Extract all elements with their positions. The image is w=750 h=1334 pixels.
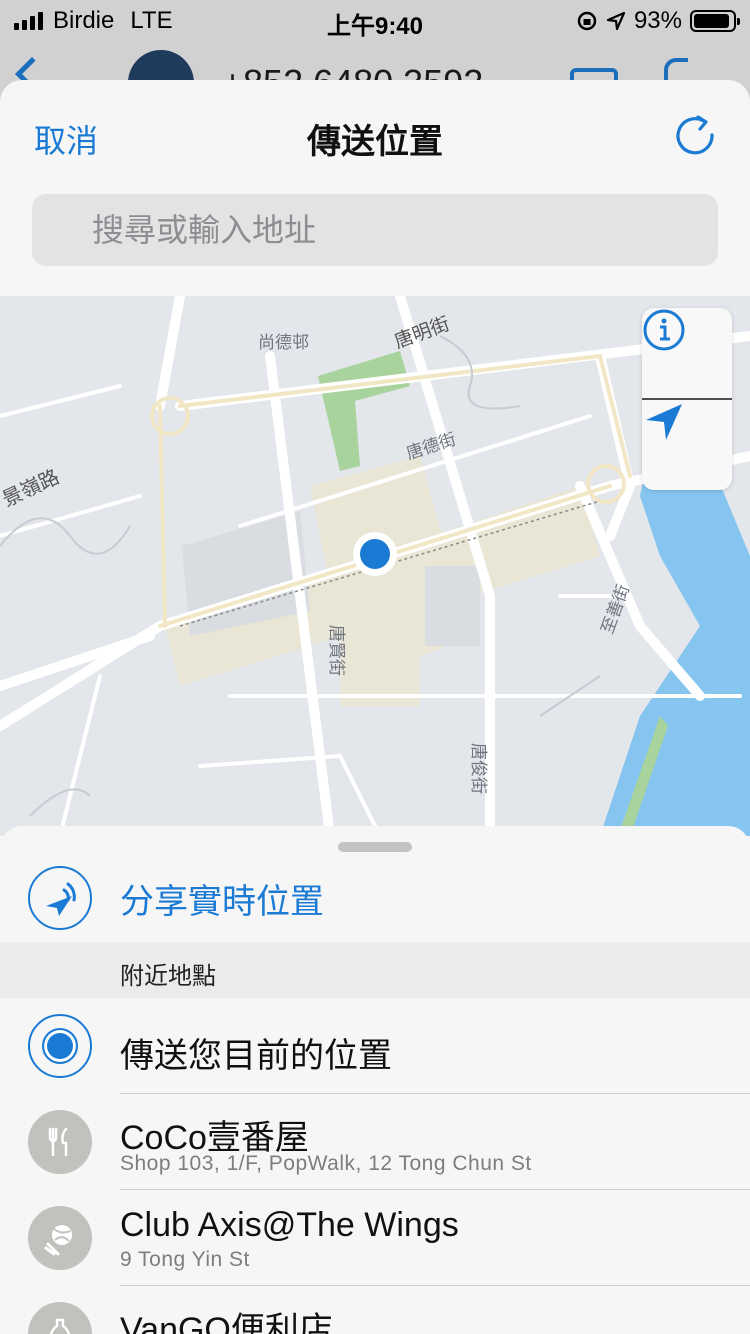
map-label: 尚德邨: [258, 333, 309, 352]
location-services-icon: [606, 11, 626, 31]
section-header: 附近地點: [0, 942, 750, 998]
recenter-location-button[interactable]: [642, 400, 732, 490]
send-location-sheet: 取消 傳送位置 搜尋或輸入地址 尚德邨 唐明街 唐德街 景嶺路 唐賢街 至善街 …: [0, 80, 750, 1334]
drag-handle[interactable]: [338, 842, 412, 852]
nav-bar: 取消 傳送位置: [0, 80, 750, 190]
radio-selected-icon: [28, 1014, 92, 1078]
map-canvas: [0, 296, 750, 836]
status-right: 93%: [576, 7, 740, 35]
list-item-title: 傳送您目前的位置: [120, 1037, 392, 1075]
search-input[interactable]: [32, 194, 718, 266]
refresh-icon[interactable]: [670, 110, 720, 160]
list-item-subtitle: Shop 103, 1/F, PopWalk, 12 Tong Chun St: [120, 1152, 532, 1175]
info-icon: [643, 309, 685, 351]
map-info-button[interactable]: [642, 308, 732, 398]
map-view[interactable]: 尚德邨 唐明街 唐德街 景嶺路 唐賢街 至善街 唐俊街: [0, 296, 750, 836]
battery-icon: [690, 10, 740, 32]
map-label: 唐賢街: [327, 625, 346, 676]
basketball-icon: [28, 1206, 92, 1270]
list-item[interactable]: Club Axis@The Wings 9 Tong Yin St: [0, 1190, 750, 1286]
map-label: 唐俊街: [469, 743, 488, 794]
list-item[interactable]: VanGO便利店: [0, 1286, 750, 1334]
share-live-location-label: 分享實時位置: [120, 883, 324, 921]
list-item-subtitle: 9 Tong Yin St: [120, 1248, 250, 1271]
cancel-button[interactable]: 取消: [34, 116, 98, 162]
page-title: 傳送位置: [307, 123, 443, 161]
fork-knife-icon: [28, 1110, 92, 1174]
orientation-lock-icon: [577, 11, 597, 31]
list-item-current-location[interactable]: 傳送您目前的位置: [0, 998, 750, 1094]
map-controls: [642, 308, 732, 490]
places-panel: 分享實時位置 附近地點 傳送您目前的位置 CoCo壹番屋 Shop 103, 1…: [0, 826, 750, 1334]
list-item[interactable]: CoCo壹番屋 Shop 103, 1/F, PopWalk, 12 Tong …: [0, 1094, 750, 1190]
search-field[interactable]: [32, 194, 718, 266]
battery-percent: 93%: [633, 7, 682, 34]
location-arrow-icon: [646, 404, 682, 440]
list-item-title: VanGO便利店: [120, 1311, 333, 1334]
section-title: 附近地點: [120, 963, 216, 990]
places-list: 傳送您目前的位置 CoCo壹番屋 Shop 103, 1/F, PopWalk,…: [0, 998, 750, 1334]
list-item-title: Club Axis@The Wings: [120, 1206, 459, 1244]
bottle-icon: [28, 1302, 92, 1334]
live-location-icon: [28, 866, 92, 930]
status-bar: Birdie LTE 上午9:40 93%: [0, 0, 750, 40]
